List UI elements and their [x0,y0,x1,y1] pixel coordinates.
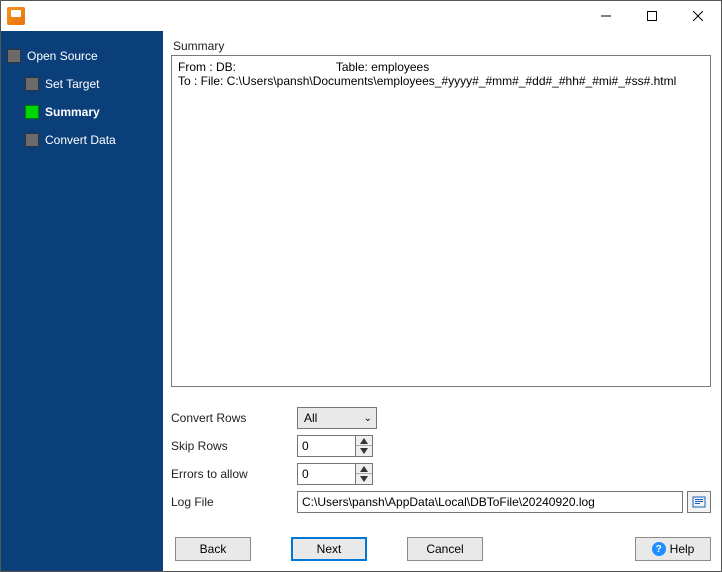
close-button[interactable] [675,1,721,31]
step-box-icon [25,133,39,147]
summary-to-line: To : File: C:\Users\pansh\Documents\empl… [178,74,704,88]
summary-from-line: From : DB: Table: employees [178,60,704,74]
step-set-target[interactable]: Set Target [25,77,157,91]
titlebar [1,1,721,31]
logfile-label: Log File [171,495,297,509]
skip-rows-input[interactable] [297,435,355,457]
convert-rows-select[interactable]: All ⌄ [297,407,377,429]
help-icon: ? [652,542,666,556]
step-box-icon [25,105,39,119]
next-button[interactable]: Next [291,537,367,561]
cancel-button[interactable]: Cancel [407,537,483,561]
maximize-button[interactable] [629,1,675,31]
step-label: Convert Data [45,133,116,147]
skip-rows-up-button[interactable] [356,436,372,446]
step-label: Set Target [45,77,99,91]
step-box-icon [25,77,39,91]
step-label: Open Source [27,49,98,63]
summary-textarea[interactable]: From : DB: Table: employees To : File: C… [171,55,711,387]
step-label: Summary [45,105,100,119]
errors-up-button[interactable] [356,464,372,474]
skip-rows-down-button[interactable] [356,446,372,456]
errors-label: Errors to allow [171,467,297,481]
step-box-icon [7,49,21,63]
errors-input[interactable] [297,463,355,485]
back-button[interactable]: Back [175,537,251,561]
skip-rows-label: Skip Rows [171,439,297,453]
convert-rows-value: All [304,411,317,425]
app-icon [7,7,25,25]
errors-down-button[interactable] [356,474,372,484]
help-button[interactable]: ? Help [635,537,711,561]
convert-rows-label: Convert Rows [171,411,297,425]
logfile-input[interactable] [297,491,683,513]
minimize-button[interactable] [583,1,629,31]
step-convert-data[interactable]: Convert Data [25,133,157,147]
logfile-browse-button[interactable] [687,491,711,513]
chevron-down-icon: ⌄ [364,413,372,424]
wizard-sidebar: Open Source Set Target Summary Convert D… [1,31,163,571]
step-summary[interactable]: Summary [25,105,157,119]
main-panel: Summary From : DB: Table: employees To :… [163,31,721,571]
step-open-source[interactable]: Open Source [7,49,157,63]
section-title: Summary [173,39,711,53]
browse-icon [692,495,706,509]
